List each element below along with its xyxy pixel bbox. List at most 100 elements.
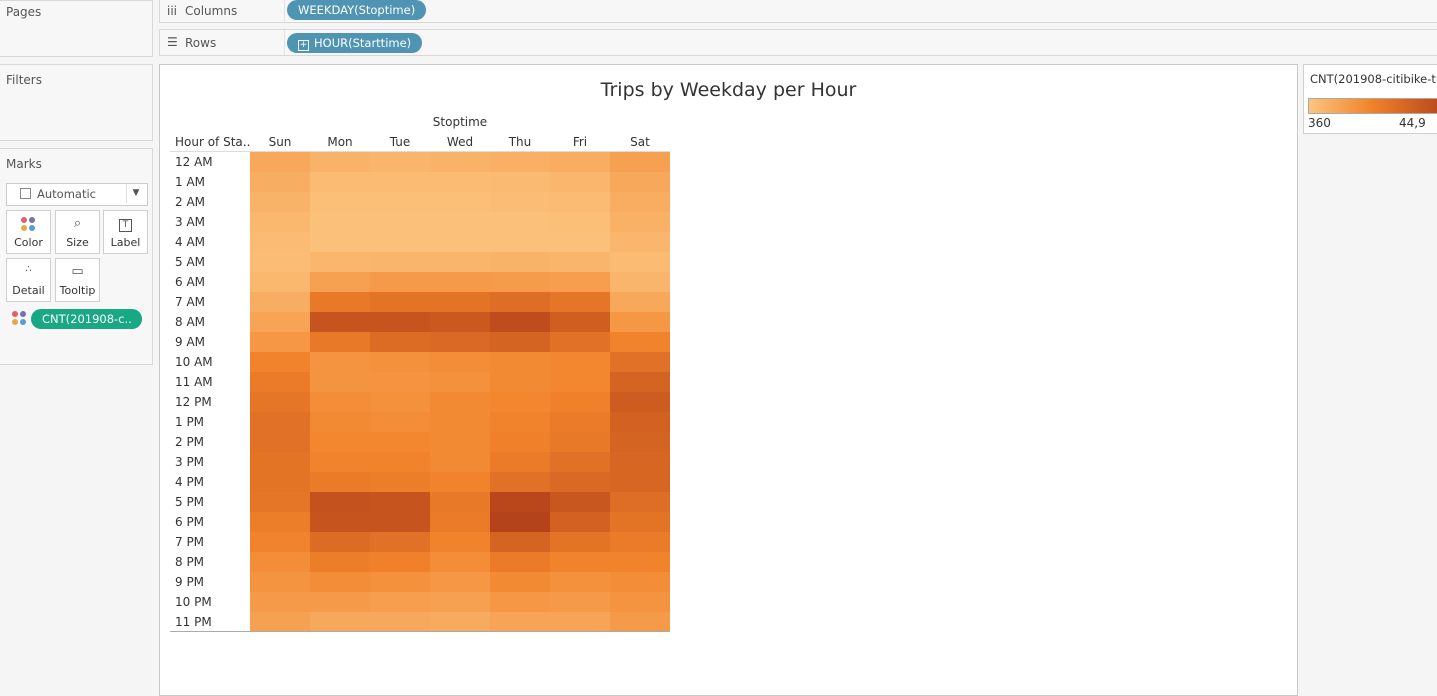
filters-panel[interactable]: Filters	[0, 64, 153, 141]
heatmap-cell[interactable]	[370, 212, 430, 232]
heatmap-cell[interactable]	[550, 192, 610, 212]
heatmap-cell[interactable]	[310, 272, 370, 292]
heatmap-cell[interactable]	[430, 232, 490, 252]
color-field-pill[interactable]: CNT(201908-c..	[31, 309, 142, 329]
heatmap-cell[interactable]	[310, 232, 370, 252]
label-button[interactable]: T Label	[103, 210, 148, 254]
heatmap-cell[interactable]	[550, 452, 610, 472]
heatmap-cell[interactable]	[430, 392, 490, 412]
heatmap-cell[interactable]	[370, 292, 430, 312]
color-button[interactable]: Color	[6, 210, 51, 254]
heatmap-cell[interactable]	[310, 172, 370, 192]
heatmap-cell[interactable]	[490, 432, 550, 452]
heatmap-cell[interactable]	[370, 432, 430, 452]
heatmap-cell[interactable]	[490, 412, 550, 432]
heatmap-cell[interactable]	[310, 352, 370, 372]
heatmap-cell[interactable]	[250, 152, 310, 172]
heatmap-cell[interactable]	[250, 572, 310, 592]
heatmap-cell[interactable]	[490, 392, 550, 412]
heatmap-cell[interactable]	[370, 312, 430, 332]
heatmap-cell[interactable]	[250, 452, 310, 472]
heatmap-cell[interactable]	[610, 572, 670, 592]
mark-type-dropdown[interactable]: Automatic ▼	[6, 183, 148, 206]
heatmap-cell[interactable]	[370, 512, 430, 532]
heatmap-cell[interactable]	[610, 552, 670, 572]
heatmap-cell[interactable]	[250, 412, 310, 432]
heatmap-cell[interactable]	[370, 152, 430, 172]
heatmap-cell[interactable]	[550, 532, 610, 552]
heatmap-cell[interactable]	[430, 212, 490, 232]
heatmap-cell[interactable]	[610, 152, 670, 172]
heatmap-cell[interactable]	[490, 312, 550, 332]
heatmap-cell[interactable]	[370, 172, 430, 192]
heatmap-cell[interactable]	[370, 552, 430, 572]
heatmap-cell[interactable]	[430, 292, 490, 312]
heatmap-cell[interactable]	[610, 532, 670, 552]
heatmap-cell[interactable]	[550, 432, 610, 452]
heatmap-cell[interactable]	[370, 452, 430, 472]
heatmap-cell[interactable]	[610, 612, 670, 632]
heatmap-cell[interactable]	[310, 612, 370, 632]
heatmap-cell[interactable]	[310, 472, 370, 492]
heatmap-cell[interactable]	[610, 272, 670, 292]
heatmap-cell[interactable]	[490, 472, 550, 492]
heatmap-cell[interactable]	[370, 532, 430, 552]
heatmap-cell[interactable]	[430, 372, 490, 392]
heatmap-cell[interactable]	[250, 532, 310, 552]
heatmap-cell[interactable]	[490, 152, 550, 172]
heatmap-cell[interactable]	[490, 332, 550, 352]
heatmap-cell[interactable]	[310, 432, 370, 452]
heatmap-cell[interactable]	[550, 212, 610, 232]
heatmap-cell[interactable]	[550, 152, 610, 172]
heatmap-cell[interactable]	[250, 332, 310, 352]
heatmap-cell[interactable]	[490, 452, 550, 472]
heatmap-cell[interactable]	[610, 372, 670, 392]
heatmap-cell[interactable]	[550, 352, 610, 372]
heatmap-cell[interactable]	[370, 592, 430, 612]
heatmap-cell[interactable]	[610, 452, 670, 472]
heatmap-cell[interactable]	[370, 192, 430, 212]
heatmap-cell[interactable]	[430, 172, 490, 192]
heatmap-cell[interactable]	[430, 532, 490, 552]
heatmap-cell[interactable]	[310, 392, 370, 412]
heatmap-cell[interactable]	[250, 492, 310, 512]
heatmap-cell[interactable]	[550, 552, 610, 572]
heatmap-cell[interactable]	[250, 292, 310, 312]
heatmap-cell[interactable]	[250, 592, 310, 612]
heatmap-cell[interactable]	[370, 352, 430, 372]
heatmap-cell[interactable]	[550, 272, 610, 292]
size-button[interactable]: ⌕ Size	[55, 210, 100, 254]
heatmap-cell[interactable]	[250, 372, 310, 392]
heatmap-cell[interactable]	[310, 332, 370, 352]
heatmap-cell[interactable]	[370, 372, 430, 392]
heatmap-cell[interactable]	[430, 432, 490, 452]
heatmap-cell[interactable]	[250, 512, 310, 532]
heatmap-cell[interactable]	[490, 172, 550, 192]
heatmap-cell[interactable]	[490, 232, 550, 252]
heatmap-cell[interactable]	[550, 232, 610, 252]
heatmap-cell[interactable]	[610, 332, 670, 352]
heatmap-cell[interactable]	[550, 592, 610, 612]
heatmap-cell[interactable]	[310, 552, 370, 572]
heatmap-cell[interactable]	[370, 252, 430, 272]
color-legend[interactable]: CNT(201908-citibike-tr 360 44,9	[1303, 64, 1437, 134]
heatmap-cell[interactable]	[610, 172, 670, 192]
heatmap-cell[interactable]	[610, 232, 670, 252]
heatmap-cell[interactable]	[250, 312, 310, 332]
heatmap-cell[interactable]	[490, 572, 550, 592]
heatmap-cell[interactable]	[490, 292, 550, 312]
heatmap-cell[interactable]	[550, 252, 610, 272]
hour-pill[interactable]: + HOUR(Starttime)	[287, 33, 423, 53]
heatmap-cell[interactable]	[490, 532, 550, 552]
heatmap-cell[interactable]	[370, 232, 430, 252]
heatmap-cell[interactable]	[430, 352, 490, 372]
heatmap-cell[interactable]	[430, 412, 490, 432]
heatmap-cell[interactable]	[310, 192, 370, 212]
heatmap-cell[interactable]	[250, 472, 310, 492]
heatmap-cell[interactable]	[250, 232, 310, 252]
heatmap-cell[interactable]	[550, 332, 610, 352]
heatmap-cell[interactable]	[310, 152, 370, 172]
heatmap-cell[interactable]	[430, 512, 490, 532]
heatmap-cell[interactable]	[550, 492, 610, 512]
heatmap-cell[interactable]	[310, 372, 370, 392]
